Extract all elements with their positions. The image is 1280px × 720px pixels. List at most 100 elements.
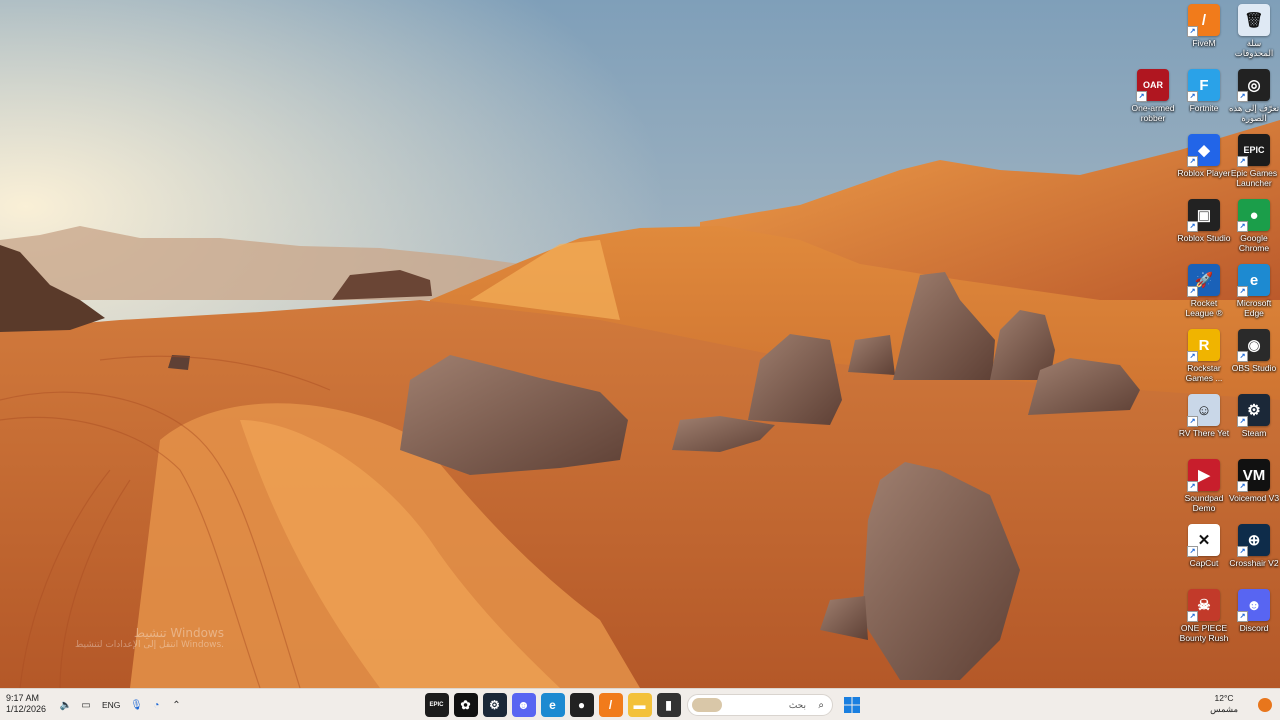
shortcut-arrow-icon: ↗ bbox=[1187, 546, 1198, 557]
clock[interactable]: 9:17 AM 1/12/2026 bbox=[6, 693, 46, 715]
desktop-shortcut-label: Epic Games Launcher bbox=[1230, 168, 1278, 188]
desktop-wallpaper bbox=[0, 0, 1280, 688]
shortcut-arrow-icon: ↗ bbox=[1136, 91, 1147, 102]
desktop-shortcut-label: Steam bbox=[1241, 428, 1267, 438]
microphone-icon[interactable]: 🎙 bbox=[129, 698, 143, 712]
desktop-shortcut[interactable]: 🗑 سلة المحذوفات bbox=[1227, 4, 1280, 58]
system-tray: 🔈 ▭ ENG 🎙 ◔ ⌃ bbox=[56, 689, 186, 720]
desktop-shortcut-label: OBS Studio bbox=[1231, 363, 1277, 373]
learn-about-picture-icon: ◎ ↗ bbox=[1237, 69, 1270, 102]
volume-icon[interactable]: 🔈 bbox=[59, 698, 73, 712]
desktop-shortcut[interactable]: ◆ ↗ Roblox Player bbox=[1177, 134, 1231, 178]
desktop-shortcut[interactable]: R ↗ Rockstar Games ... bbox=[1177, 329, 1231, 383]
shortcut-arrow-icon: ↗ bbox=[1187, 91, 1198, 102]
desktop-shortcut-label: FiveM bbox=[1192, 38, 1216, 48]
search-highlight-icon bbox=[692, 698, 722, 712]
shortcut-arrow-icon: ↗ bbox=[1187, 286, 1198, 297]
fivem-taskbar-icon[interactable]: / bbox=[598, 693, 623, 717]
desktop-shortcut[interactable]: 🚀 ↗ Rocket League ® bbox=[1177, 264, 1231, 318]
search-icon: ⌕ bbox=[818, 699, 824, 711]
soundpad-icon: ▶ ↗ bbox=[1187, 459, 1220, 492]
windows-logo-icon bbox=[843, 697, 860, 713]
network-icon[interactable]: ▭ bbox=[79, 698, 93, 712]
browser-taskbar-icon[interactable]: ● bbox=[569, 693, 594, 717]
desktop-shortcut[interactable]: F ↗ Fortnite bbox=[1177, 69, 1231, 113]
activation-watermark: تنشيط Windows انتقل إلى الإعدادات لتنشيط… bbox=[64, 626, 224, 650]
taskbar: 9:17 AM 1/12/2026 🔈 ▭ ENG 🎙 ◔ ⌃ EPIC ✿ ⚙ ☻ e… bbox=[0, 688, 1280, 720]
desktop-shortcut[interactable]: ▶ ↗ Soundpad Demo bbox=[1177, 459, 1231, 513]
fortnite-icon: F ↗ bbox=[1187, 69, 1220, 102]
shortcut-arrow-icon: ↗ bbox=[1237, 221, 1248, 232]
capcut-icon: ✕ ↗ bbox=[1187, 524, 1220, 557]
chevron-up-icon[interactable]: ⌃ bbox=[169, 698, 183, 712]
desktop-shortcut[interactable]: e ↗ Microsoft Edge bbox=[1227, 264, 1280, 318]
wifi-icon[interactable]: ◔ bbox=[149, 698, 163, 712]
shortcut-arrow-icon: ↗ bbox=[1237, 416, 1248, 427]
fivem-icon: / ↗ bbox=[1187, 4, 1220, 37]
discord-taskbar-icon[interactable]: ☻ bbox=[511, 693, 536, 717]
desktop-shortcut-label: Crosshair V2 bbox=[1229, 558, 1279, 568]
discord-icon: ☻ ↗ bbox=[1237, 589, 1270, 622]
epic-games-taskbar-icon[interactable]: EPIC bbox=[424, 693, 449, 717]
terminal-taskbar-icon[interactable]: ▮ bbox=[656, 693, 681, 717]
chatgpt-taskbar-icon[interactable]: ✿ bbox=[453, 693, 478, 717]
desktop-shortcut[interactable]: ◉ ↗ OBS Studio bbox=[1227, 329, 1280, 373]
watermark-subtitle: انتقل إلى الإعدادات لتنشيط Windows. bbox=[75, 640, 224, 650]
search-box[interactable]: بحث ⌕ bbox=[687, 694, 833, 716]
recycle-bin-icon: 🗑 bbox=[1238, 4, 1270, 36]
shortcut-arrow-icon: ↗ bbox=[1187, 351, 1198, 362]
desktop-shortcut[interactable]: ⚙ ↗ Steam bbox=[1227, 394, 1280, 438]
desktop-shortcut[interactable]: ◎ ↗ تعرّف إلى هذه الصورة bbox=[1227, 69, 1280, 123]
desktop-shortcut[interactable]: ✕ ↗ CapCut bbox=[1177, 524, 1231, 568]
shortcut-arrow-icon: ↗ bbox=[1187, 26, 1198, 37]
desktop-shortcut[interactable]: ☺ ↗ RV There Yet bbox=[1177, 394, 1231, 438]
desktop-shortcut-label: تعرّف إلى هذه الصورة bbox=[1228, 103, 1280, 123]
desktop-shortcut-label: One-armed robber bbox=[1131, 103, 1175, 123]
crosshair-icon: ⊕ ↗ bbox=[1237, 524, 1270, 557]
weather-widget[interactable]: 12°C مشمس bbox=[1210, 693, 1238, 715]
search-placeholder: بحث bbox=[788, 699, 806, 710]
desktop-shortcut-label: سلة المحذوفات bbox=[1234, 38, 1274, 58]
desktop-shortcut-label: ONE PIECE Bounty Rush bbox=[1179, 623, 1229, 643]
steam-icon: ⚙ ↗ bbox=[1237, 394, 1270, 427]
weather-temp: 12°C bbox=[1214, 693, 1234, 703]
desktop-shortcut[interactable]: / ↗ FiveM bbox=[1177, 4, 1231, 48]
language-indicator[interactable]: ENG bbox=[102, 700, 120, 710]
edge-taskbar-icon[interactable]: e bbox=[540, 693, 565, 717]
shortcut-arrow-icon: ↗ bbox=[1237, 351, 1248, 362]
desktop-shortcut[interactable]: EPIC ↗ Epic Games Launcher bbox=[1227, 134, 1280, 188]
desktop-shortcut-label: Rockstar Games ... bbox=[1185, 363, 1223, 383]
shortcut-arrow-icon: ↗ bbox=[1237, 546, 1248, 557]
watermark-title: تنشيط Windows bbox=[133, 626, 224, 640]
desktop-shortcut-label: Voicemod V3 bbox=[1228, 493, 1280, 503]
desktop-shortcut[interactable]: ⊕ ↗ Crosshair V2 bbox=[1227, 524, 1280, 568]
clock-time: 9:17 AM bbox=[6, 693, 40, 703]
shortcut-arrow-icon: ↗ bbox=[1237, 611, 1248, 622]
desktop-shortcut[interactable]: VM ↗ Voicemod V3 bbox=[1227, 459, 1280, 503]
notification-icon[interactable] bbox=[1258, 698, 1272, 712]
desktop-shortcut[interactable]: ☻ ↗ Discord bbox=[1227, 589, 1280, 633]
chrome-icon: ● ↗ bbox=[1237, 199, 1270, 232]
taskbar-apps: EPIC ✿ ⚙ ☻ e ● / ▬ ▮ بحث ⌕ bbox=[422, 691, 866, 719]
desktop-shortcut[interactable]: ▣ ↗ Roblox Studio bbox=[1177, 199, 1231, 243]
shortcut-arrow-icon: ↗ bbox=[1187, 611, 1198, 622]
desktop-shortcut-label: Roblox Player bbox=[1177, 168, 1231, 178]
shortcut-arrow-icon: ↗ bbox=[1187, 481, 1198, 492]
desktop-shortcut-label: Roblox Studio bbox=[1177, 233, 1231, 243]
shortcut-arrow-icon: ↗ bbox=[1237, 156, 1248, 167]
edge-icon: e ↗ bbox=[1237, 264, 1270, 297]
desktop-shortcut-label: Discord bbox=[1239, 623, 1269, 633]
shortcut-arrow-icon: ↗ bbox=[1237, 481, 1248, 492]
desktop-shortcut-label: Rocket League ® bbox=[1185, 298, 1223, 318]
desktop-shortcut-label: RV There Yet bbox=[1178, 428, 1230, 438]
desktop-shortcut[interactable]: OAR ↗ One-armed robber bbox=[1126, 69, 1180, 123]
desktop-shortcut[interactable]: ● ↗ Google Chrome bbox=[1227, 199, 1280, 253]
desktop-shortcut[interactable]: ☠ ↗ ONE PIECE Bounty Rush bbox=[1177, 589, 1231, 643]
file-explorer-taskbar-icon[interactable]: ▬ bbox=[627, 693, 652, 717]
one-armed-robber-icon: OAR ↗ bbox=[1136, 69, 1169, 102]
start-button[interactable] bbox=[840, 693, 864, 717]
rocket-league-icon: 🚀 ↗ bbox=[1187, 264, 1220, 297]
steam-taskbar-icon[interactable]: ⚙ bbox=[482, 693, 507, 717]
shortcut-arrow-icon: ↗ bbox=[1187, 416, 1198, 427]
desktop-shortcut-label: Microsoft Edge bbox=[1236, 298, 1272, 318]
